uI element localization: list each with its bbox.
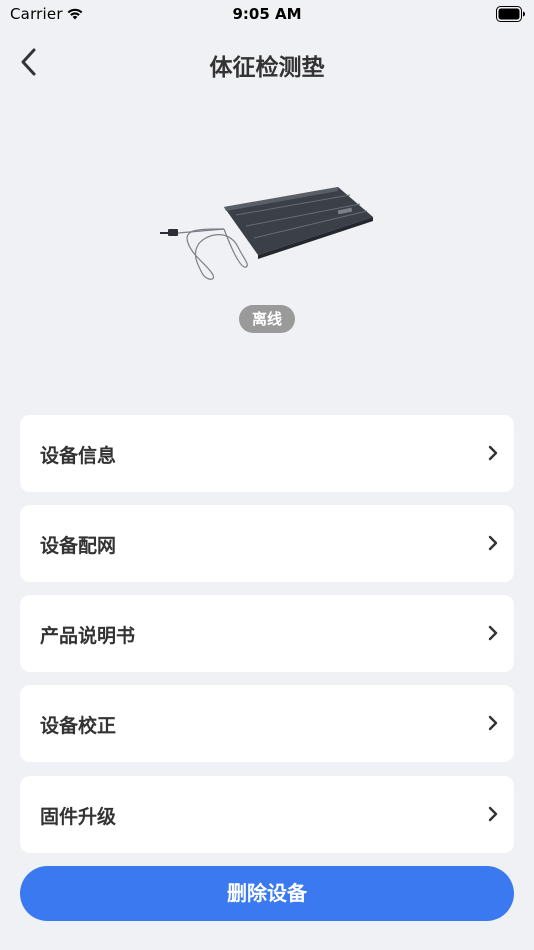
page-title: 体征检测垫 bbox=[209, 55, 325, 81]
chevron-right-icon bbox=[488, 715, 498, 731]
status-time: 9:05 AM bbox=[232, 5, 302, 23]
menu-item-product-manual[interactable]: 产品说明书 bbox=[20, 595, 514, 672]
menu-item-device-calibration[interactable]: 设备校正 bbox=[20, 685, 514, 762]
sensor-mat-image bbox=[160, 187, 373, 280]
status-bar: Carrier 9:05 AM bbox=[0, 0, 534, 28]
menu-item-label: 产品说明书 bbox=[40, 625, 136, 647]
chevron-right-icon bbox=[488, 445, 498, 461]
menu-item-label: 设备校正 bbox=[40, 715, 117, 737]
chevron-right-icon bbox=[488, 625, 498, 641]
chevron-right-icon bbox=[488, 806, 498, 822]
navigation-bar: 体征检测垫 bbox=[0, 40, 534, 84]
menu-item-firmware-upgrade[interactable]: 固件升级 bbox=[20, 776, 514, 853]
menu-item-label: 设备信息 bbox=[40, 445, 117, 467]
chevron-right-icon bbox=[488, 535, 498, 551]
delete-device-button[interactable]: 删除设备 bbox=[20, 866, 514, 921]
menu-item-network-setup[interactable]: 设备配网 bbox=[20, 505, 514, 582]
menu-item-label: 设备配网 bbox=[40, 535, 117, 557]
status-badge: 离线 bbox=[239, 305, 295, 333]
battery-icon bbox=[496, 6, 525, 22]
menu-item-device-info[interactable]: 设备信息 bbox=[20, 415, 514, 492]
menu-item-label: 固件升级 bbox=[40, 806, 117, 828]
